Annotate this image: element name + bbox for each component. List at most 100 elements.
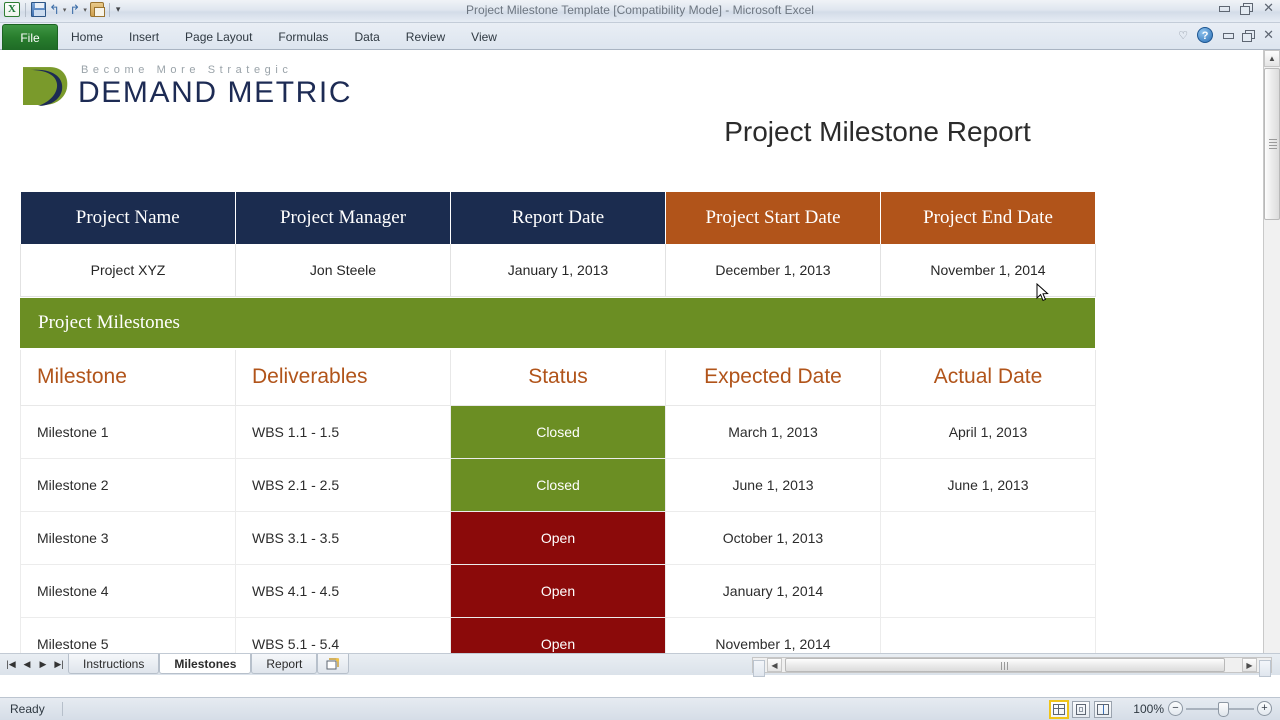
cell-actual-date[interactable] xyxy=(880,564,1096,618)
tab-file[interactable]: File xyxy=(2,24,58,50)
next-sheet-icon[interactable]: ▶ xyxy=(36,657,50,672)
cell-expected-date[interactable]: March 1, 2013 xyxy=(665,405,881,459)
value-project-name[interactable]: Project XYZ xyxy=(20,244,236,297)
header-milestone[interactable]: Milestone xyxy=(20,350,236,406)
vertical-scrollbar[interactable]: ▲ ▼ xyxy=(1263,50,1280,675)
cell-deliverables[interactable]: WBS 4.1 - 4.5 xyxy=(235,564,451,618)
cell-deliverables[interactable]: WBS 3.1 - 3.5 xyxy=(235,511,451,565)
horizontal-scrollbar[interactable]: ◀ ▶ xyxy=(752,657,1272,677)
minimize-ribbon-icon[interactable] xyxy=(1222,31,1235,40)
first-sheet-icon[interactable]: |◀ xyxy=(4,657,18,672)
close-window-icon[interactable]: ✕ xyxy=(1263,2,1274,15)
window-title: Project Milestone Template [Compatibilit… xyxy=(466,3,814,17)
header-expected-date[interactable]: Expected Date xyxy=(665,350,881,406)
page-layout-view-icon[interactable] xyxy=(1072,701,1090,718)
header-report-date[interactable]: Report Date xyxy=(450,192,666,244)
status-badge[interactable]: Open xyxy=(450,510,666,565)
normal-view-icon[interactable] xyxy=(1049,700,1069,719)
value-project-manager[interactable]: Jon Steele xyxy=(235,244,451,297)
cell-milestone[interactable]: Milestone 1 xyxy=(20,405,236,459)
tab-review[interactable]: Review xyxy=(393,24,458,50)
cell-actual-date[interactable] xyxy=(880,511,1096,565)
sheet-tab-milestones[interactable]: Milestones xyxy=(159,654,252,674)
zoom-slider-thumb[interactable] xyxy=(1218,702,1229,717)
close-workbook-icon[interactable]: ✕ xyxy=(1263,29,1274,42)
sheet-tab-report[interactable]: Report xyxy=(251,654,318,674)
header-project-name[interactable]: Project Name xyxy=(20,192,236,244)
help-icon[interactable]: ? xyxy=(1197,27,1214,43)
header-project-end-date[interactable]: Project End Date xyxy=(880,192,1096,244)
tab-data[interactable]: Data xyxy=(341,24,392,50)
tab-insert[interactable]: Insert xyxy=(116,24,172,50)
cell-expected-date[interactable]: January 1, 2014 xyxy=(665,564,881,618)
logo-text: Become More Strategic DEMAND METRIC xyxy=(78,64,352,109)
info-header-row: Project Name Project Manager Report Date… xyxy=(20,192,1096,244)
tab-view[interactable]: View xyxy=(458,24,510,50)
milestones-table: Milestone Deliverables Status Expected D… xyxy=(20,350,1096,675)
vertical-scroll-thumb[interactable] xyxy=(1264,68,1280,220)
scroll-up-icon[interactable]: ▲ xyxy=(1264,50,1280,67)
status-bar: Ready 100% − + xyxy=(0,697,1280,720)
project-info-table: Project Name Project Manager Report Date… xyxy=(20,192,1096,297)
sheet-navigation: |◀ ◀ ▶ ▶| xyxy=(4,657,66,672)
tab-page-layout[interactable]: Page Layout xyxy=(172,24,265,50)
favorite-icon[interactable]: ♡ xyxy=(1178,29,1188,42)
minimize-window-icon[interactable] xyxy=(1218,4,1231,13)
project-milestones-band[interactable]: Project Milestones xyxy=(20,298,1095,348)
cell-deliverables[interactable]: WBS 1.1 - 1.5 xyxy=(235,405,451,459)
tab-home[interactable]: Home xyxy=(58,24,116,50)
status-badge[interactable]: Closed xyxy=(450,457,666,512)
split-handle-right[interactable] xyxy=(1259,660,1271,677)
scroll-grip-icon xyxy=(1269,139,1277,149)
header-status[interactable]: Status xyxy=(450,350,666,406)
ribbon-tab-bar: File Home Insert Page Layout Formulas Da… xyxy=(0,23,1280,50)
split-handle-left[interactable] xyxy=(753,660,765,677)
horizontal-scroll-thumb[interactable] xyxy=(785,658,1225,672)
restore-workbook-icon[interactable] xyxy=(1242,29,1256,42)
header-deliverables[interactable]: Deliverables xyxy=(235,350,451,406)
logo-tagline: Become More Strategic xyxy=(81,63,293,76)
cell-milestone[interactable]: Milestone 3 xyxy=(20,511,236,565)
sheet-tab-bar: |◀ ◀ ▶ ▶| Instructions Milestones Report… xyxy=(0,653,1280,677)
report-title: Project Milestone Report xyxy=(724,116,1031,147)
header-actual-date[interactable]: Actual Date xyxy=(880,350,1096,406)
zoom-out-button[interactable]: − xyxy=(1168,701,1183,716)
header-project-manager[interactable]: Project Manager xyxy=(235,192,451,244)
header-project-start-date[interactable]: Project Start Date xyxy=(665,192,881,244)
cell-milestone[interactable]: Milestone 2 xyxy=(20,458,236,512)
excel-window: X ↰ ▾ ↱ ▾ ▾ Project Milestone Template [… xyxy=(0,0,1280,720)
sheet-tabs: Instructions Milestones Report xyxy=(68,654,350,674)
view-mode-buttons xyxy=(1049,700,1112,719)
cell-actual-date[interactable]: June 1, 2013 xyxy=(880,458,1096,512)
tab-formulas[interactable]: Formulas xyxy=(265,24,341,50)
status-badge[interactable]: Closed xyxy=(450,404,666,459)
cell-milestone[interactable]: Milestone 4 xyxy=(20,564,236,618)
worksheet-canvas[interactable]: Become More Strategic DEMAND METRIC Proj… xyxy=(0,50,1255,675)
info-value-row: Project XYZ Jon Steele January 1, 2013 D… xyxy=(20,244,1096,297)
zoom-in-button[interactable]: + xyxy=(1257,701,1272,716)
value-report-date[interactable]: January 1, 2013 xyxy=(450,244,666,297)
previous-sheet-icon[interactable]: ◀ xyxy=(20,657,34,672)
sheet-tab-instructions[interactable]: Instructions xyxy=(68,654,160,674)
status-divider xyxy=(62,702,63,716)
last-sheet-icon[interactable]: ▶| xyxy=(52,657,66,672)
page-break-view-icon[interactable] xyxy=(1094,701,1112,718)
logo-brand: DEMAND METRIC xyxy=(78,75,353,109)
scroll-left-icon[interactable]: ◀ xyxy=(767,658,782,672)
value-project-start-date[interactable]: December 1, 2013 xyxy=(665,244,881,297)
restore-window-icon[interactable] xyxy=(1240,3,1254,15)
cell-expected-date[interactable]: October 1, 2013 xyxy=(665,511,881,565)
cell-actual-date[interactable]: April 1, 2013 xyxy=(880,405,1096,459)
insert-worksheet-icon[interactable] xyxy=(317,654,350,674)
table-row: Milestone 1 WBS 1.1 - 1.5 Closed March 1… xyxy=(20,404,1096,459)
zoom-level[interactable]: 100% xyxy=(1133,702,1164,716)
scroll-grip-icon xyxy=(1001,662,1010,670)
scroll-right-icon[interactable]: ▶ xyxy=(1242,658,1257,672)
value-project-end-date[interactable]: November 1, 2014 xyxy=(880,244,1096,297)
table-row: Milestone 3 WBS 3.1 - 3.5 Open October 1… xyxy=(20,510,1096,565)
zoom-slider[interactable]: − + xyxy=(1168,701,1272,718)
cell-deliverables[interactable]: WBS 2.1 - 2.5 xyxy=(235,458,451,512)
mouse-cursor xyxy=(1036,282,1050,303)
status-badge[interactable]: Open xyxy=(450,563,666,618)
cell-expected-date[interactable]: June 1, 2013 xyxy=(665,458,881,512)
